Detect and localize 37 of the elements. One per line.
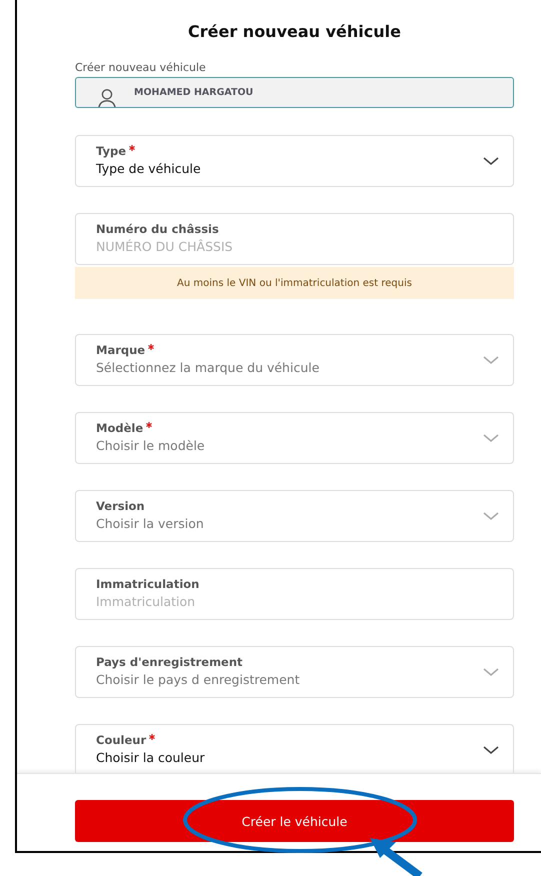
create-vehicle-button[interactable]: Créer le véhicule xyxy=(75,800,514,842)
field-label: Modèle xyxy=(96,421,144,435)
field-label: Créer nouveau véhicule xyxy=(75,61,207,74)
input-field[interactable]: Numéro du châssis NUMÉRO DU CHÂSSIS xyxy=(75,213,514,265)
chevron-down-icon xyxy=(483,512,499,521)
chevron-down-icon xyxy=(483,356,499,365)
chevron-down-icon xyxy=(483,434,499,443)
chevron-down-icon xyxy=(483,157,499,166)
field-label: Couleur xyxy=(96,733,146,747)
field-label: Numéro du châssis xyxy=(96,222,219,236)
owner-name: MOHAMED HARGATOU xyxy=(134,87,254,98)
field-label: Version xyxy=(96,499,145,513)
select-field[interactable]: Modèle Choisir le modèle xyxy=(75,412,514,464)
select-field[interactable]: Couleur Choisir la couleur xyxy=(75,724,514,773)
person-icon xyxy=(96,86,118,107)
placeholder-text: Immatriculation xyxy=(96,594,196,609)
select-field[interactable]: Version Choisir la version xyxy=(75,490,514,542)
placeholder-text: Choisir la version xyxy=(96,516,205,531)
chevron-down-icon xyxy=(483,746,499,755)
field-label: Immatriculation xyxy=(96,577,200,591)
field-value: Choisir la couleur xyxy=(96,750,206,765)
warning-message: Au moins le VIN ou l'immatriculation est requis xyxy=(75,267,514,299)
placeholder-text: NUMÉRO DU CHÂSSIS xyxy=(96,239,234,254)
field-label: Pays d'enregistrement xyxy=(96,655,243,669)
field-label: Marque xyxy=(96,343,146,357)
field-label: Type xyxy=(96,144,126,158)
select-field[interactable]: Marque Sélectionnez la marque du véhicule xyxy=(75,334,514,386)
select-field[interactable]: Type Type de véhicule xyxy=(75,135,514,187)
placeholder-text: Choisir le pays d enregistrement xyxy=(96,672,301,687)
placeholder-text: Sélectionnez la marque du véhicule xyxy=(96,360,320,375)
chevron-down-icon xyxy=(483,668,499,677)
pointer-arrow xyxy=(370,838,422,876)
select-field[interactable]: Pays d'enregistrement Choisir le pays d enregistrement xyxy=(75,646,514,698)
form-title: Créer nouveau véhicule xyxy=(187,22,402,41)
input-field[interactable]: Immatriculation Immatriculation xyxy=(75,568,514,620)
field-value: Type de véhicule xyxy=(96,161,202,176)
placeholder-text: Choisir le modèle xyxy=(96,438,206,453)
